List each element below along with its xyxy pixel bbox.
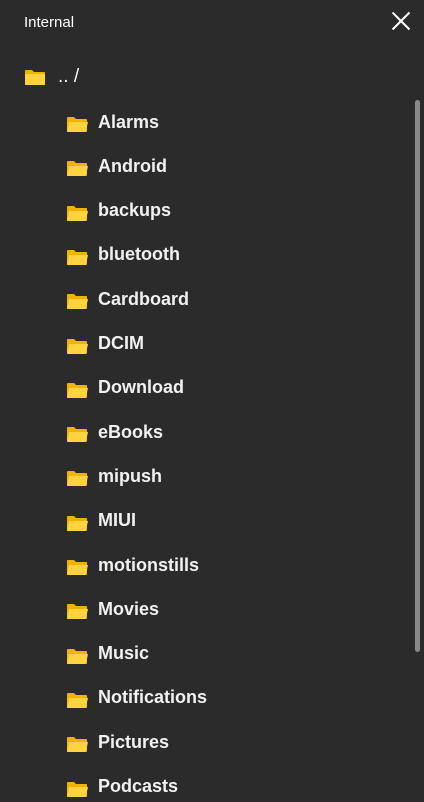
folder-label: DCIM — [98, 333, 144, 353]
folder-row[interactable]: backups — [66, 196, 171, 226]
folder-row[interactable]: DCIM — [66, 329, 144, 359]
header: Internal — [0, 0, 424, 44]
folder-row[interactable]: Cardboard — [66, 284, 189, 314]
folder-label: MIUI — [98, 510, 136, 531]
folder-label: Music — [98, 643, 150, 664]
close-icon[interactable] — [390, 10, 412, 32]
folder-icon — [67, 338, 88, 354]
folder-icon — [67, 692, 88, 708]
parent-directory-label: .. / — [58, 66, 80, 87]
folder-row[interactable]: bluetooth — [66, 240, 180, 270]
folder-icon — [67, 382, 88, 398]
folder-icon — [67, 427, 88, 443]
folder-row[interactable]: Alarms — [66, 107, 159, 137]
folder-icon — [67, 560, 88, 575]
folder-icon — [67, 604, 88, 620]
folder-icon — [67, 205, 88, 221]
folder-icon — [67, 294, 88, 310]
folder-row[interactable]: mipush — [66, 461, 162, 491]
folder-label: motionstills — [98, 554, 200, 575]
scrollbar[interactable] — [415, 100, 420, 652]
folder-row[interactable]: Music — [66, 639, 149, 669]
folder-row[interactable]: Android — [66, 151, 167, 181]
folder-label: Cardboard — [98, 288, 190, 309]
folder-icon — [67, 737, 88, 753]
folder-row[interactable]: Movies — [66, 594, 159, 624]
folder-label: Alarms — [98, 111, 160, 132]
folder-label: Pictures — [98, 731, 170, 752]
folder-row[interactable]: MIUI — [66, 506, 136, 536]
folder-row[interactable]: eBooks — [66, 417, 163, 447]
folder-label: Download — [98, 377, 184, 398]
folder-icon — [67, 648, 88, 664]
folder-label: backups — [98, 200, 172, 221]
folder-label: Podcasts — [98, 776, 179, 796]
folder-icon — [67, 161, 88, 177]
folder-label: bluetooth — [98, 244, 180, 265]
folder-icon — [67, 471, 88, 487]
folder-row[interactable]: Podcasts — [66, 772, 178, 802]
folder-label: eBooks — [98, 421, 164, 442]
folder-icon — [25, 70, 45, 85]
folder-row[interactable]: motionstills — [66, 550, 199, 580]
folder-icon — [67, 117, 88, 132]
folder-icon — [67, 249, 88, 265]
folder-row[interactable]: Download — [66, 373, 184, 403]
folder-row[interactable]: Pictures — [66, 727, 169, 757]
folder-label: mipush — [98, 465, 163, 486]
folder-row[interactable]: Notifications — [66, 683, 207, 713]
folder-label: Android — [98, 155, 167, 176]
folder-icon — [67, 515, 88, 531]
header-title: Internal — [24, 14, 75, 31]
folder-label: Notifications — [98, 687, 208, 708]
folder-icon — [67, 781, 88, 797]
parent-directory-row[interactable]: .. / — [24, 64, 79, 90]
folder-label: Movies — [98, 598, 160, 619]
